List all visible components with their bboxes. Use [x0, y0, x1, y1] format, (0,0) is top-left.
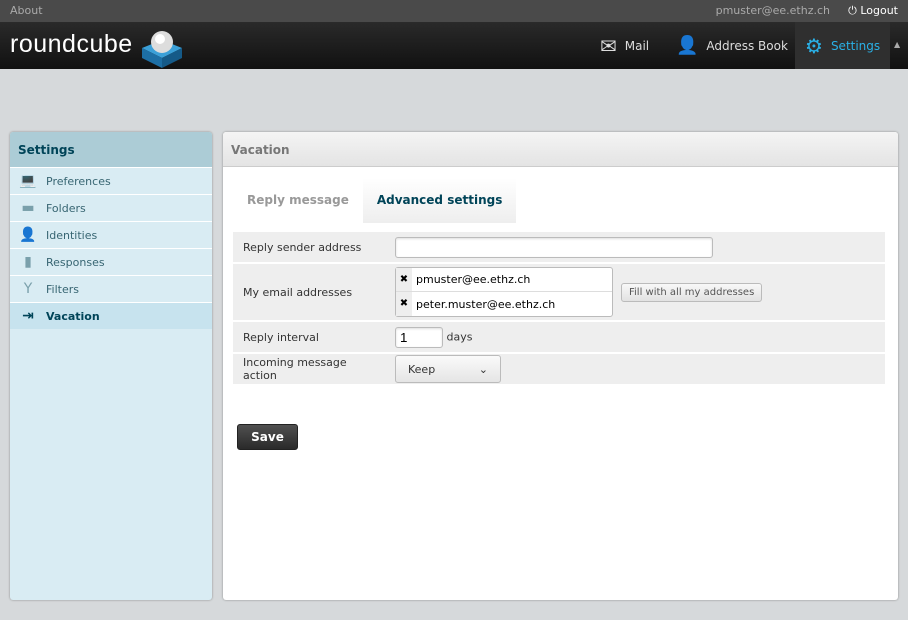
tab-advanced-settings[interactable]: Advanced settings — [362, 178, 517, 223]
nav-label: Mail — [624, 38, 650, 53]
top-bar: About pmuster@ee.ethz.ch ⏻ Logout — [0, 0, 908, 22]
logo[interactable]: roundcube — [10, 30, 133, 59]
reply-sender-label: Reply sender address — [233, 232, 385, 262]
nav-mail[interactable]: ✉ Mail — [590, 22, 659, 69]
document-icon: ▮ — [24, 254, 32, 270]
sidebar-item-label: Filters — [46, 282, 79, 296]
collapse-arrow-icon[interactable]: ▲ — [894, 40, 900, 49]
email-value: pmuster@ee.ethz.ch — [416, 273, 531, 286]
folder-icon: ▬ — [21, 200, 35, 216]
interval-unit: days — [446, 330, 473, 343]
interval-input[interactable] — [395, 326, 443, 348]
panel-title: Vacation — [223, 132, 898, 167]
nav-label: Settings — [830, 38, 881, 53]
sidebar-item-label: Vacation — [46, 309, 100, 323]
interval-label: Reply interval — [233, 322, 385, 352]
sidebar-item-label: Preferences — [46, 174, 111, 188]
person-icon: 👤 — [19, 227, 37, 243]
header: roundcube ✉ Mail 👤 Address Book ⚙ Settings … — [0, 22, 908, 69]
chevron-down-icon: ⌄ — [478, 362, 488, 376]
exit-icon: ⇥ — [22, 308, 34, 324]
nav-address-book[interactable]: 👤 Address Book — [666, 22, 798, 69]
nav-settings[interactable]: ⚙ Settings — [795, 22, 890, 69]
remove-icon[interactable]: ✖ — [396, 268, 412, 291]
action-select[interactable]: Keep ⌄ — [395, 355, 501, 383]
power-icon: ⏻ — [848, 4, 861, 17]
sidebar-item-folders[interactable]: ▬ Folders — [10, 194, 212, 221]
tab-reply-message[interactable]: Reply message — [233, 178, 363, 223]
laptop-icon: 💻 — [19, 173, 37, 189]
email-list: ✖ pmuster@ee.ethz.ch ✖ peter.muster@ee.eth… — [395, 267, 613, 317]
envelope-icon: ✉ — [600, 33, 617, 58]
sidebar-item-label: Responses — [46, 255, 105, 269]
sidebar-item-preferences[interactable]: 💻 Preferences — [10, 167, 212, 194]
action-value: Keep — [408, 362, 436, 376]
remove-icon[interactable]: ✖ — [396, 292, 412, 316]
funnel-icon: Y — [23, 281, 33, 297]
my-emails-label: My email addresses — [233, 264, 385, 320]
logout-label: Logout — [860, 4, 898, 17]
email-value: peter.muster@ee.ethz.ch — [416, 297, 556, 311]
logout-link[interactable]: ⏻ Logout — [848, 4, 898, 18]
about-link[interactable]: About — [10, 4, 43, 17]
person-icon: 👤 — [676, 35, 699, 56]
nav-label: Address Book — [706, 38, 788, 53]
sidebar-item-responses[interactable]: ▮ Responses — [10, 248, 212, 275]
settings-sidebar: Settings 💻 Preferences ▬ Folders 👤 Identiti… — [10, 132, 212, 600]
sidebar-item-label: Identities — [46, 228, 98, 242]
logo-cube-icon — [142, 31, 182, 68]
user-email: pmuster@ee.ethz.ch — [715, 4, 830, 17]
list-item: ✖ pmuster@ee.ethz.ch — [396, 268, 612, 292]
sidebar-title: Settings — [10, 132, 212, 167]
action-label: Incoming message action — [233, 354, 385, 384]
vacation-panel: Vacation Reply message Advanced settings… — [223, 132, 898, 600]
sidebar-item-label: Folders — [46, 201, 86, 215]
sidebar-item-vacation[interactable]: ⇥ Vacation — [10, 302, 212, 329]
gear-icon: ⚙ — [805, 33, 823, 58]
fill-addresses-button[interactable]: Fill with all my addresses — [621, 282, 763, 302]
sidebar-item-identities[interactable]: 👤 Identities — [10, 221, 212, 248]
reply-sender-input[interactable] — [395, 236, 713, 258]
list-item: ✖ peter.muster@ee.ethz.ch — [396, 292, 612, 316]
sidebar-item-filters[interactable]: Y Filters — [10, 275, 212, 302]
save-button[interactable]: Save — [237, 424, 298, 450]
settings-form: Reply sender address My email addresses … — [233, 230, 885, 386]
